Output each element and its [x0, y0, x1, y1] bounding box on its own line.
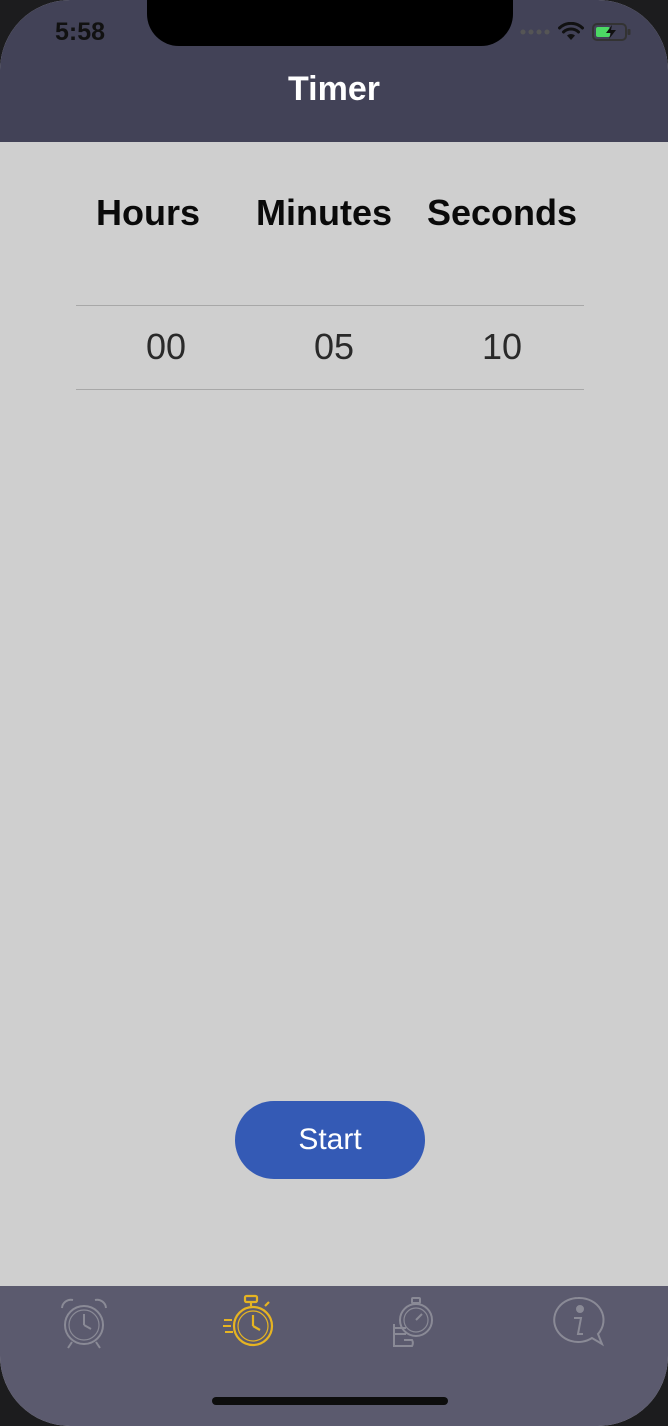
minutes-label: Minutes [256, 192, 393, 233]
info-bubble-icon [553, 1296, 605, 1347]
minutes-picker-value[interactable]: 05 [314, 326, 354, 368]
battery-charging-icon [592, 23, 631, 41]
tab-alarm[interactable] [56, 1294, 112, 1350]
status-time: 5:58 [55, 18, 106, 46]
hand-stopwatch-icon [393, 1297, 433, 1347]
page-title: Timer [288, 70, 380, 108]
tab-bar [0, 1286, 668, 1426]
tab-stopwatch[interactable] [386, 1294, 442, 1350]
wifi-icon [558, 22, 584, 40]
tab-info[interactable] [550, 1294, 606, 1350]
hours-label: Hours [96, 192, 201, 233]
seconds-picker-value[interactable]: 10 [482, 326, 522, 368]
phone-screen: 5:58 Timer Hours Minutes Seconds 00 05 1… [0, 0, 668, 1426]
hours-picker-value[interactable]: 00 [146, 326, 186, 368]
navigation-header: 5:58 Timer [0, 0, 668, 142]
time-picker[interactable]: 00 05 10 [76, 305, 584, 390]
device-notch [147, 0, 513, 46]
start-button[interactable]: Start [235, 1101, 425, 1179]
tab-timer[interactable] [222, 1294, 278, 1350]
stopwatch-timer-icon [223, 1294, 274, 1347]
signal-dots-icon [520, 29, 550, 35]
seconds-label: Seconds [427, 192, 578, 233]
home-indicator[interactable] [212, 1397, 448, 1405]
status-icons [520, 22, 632, 42]
picker-labels: Hours Minutes Seconds [0, 192, 668, 242]
alarm-clock-icon [61, 1298, 107, 1349]
